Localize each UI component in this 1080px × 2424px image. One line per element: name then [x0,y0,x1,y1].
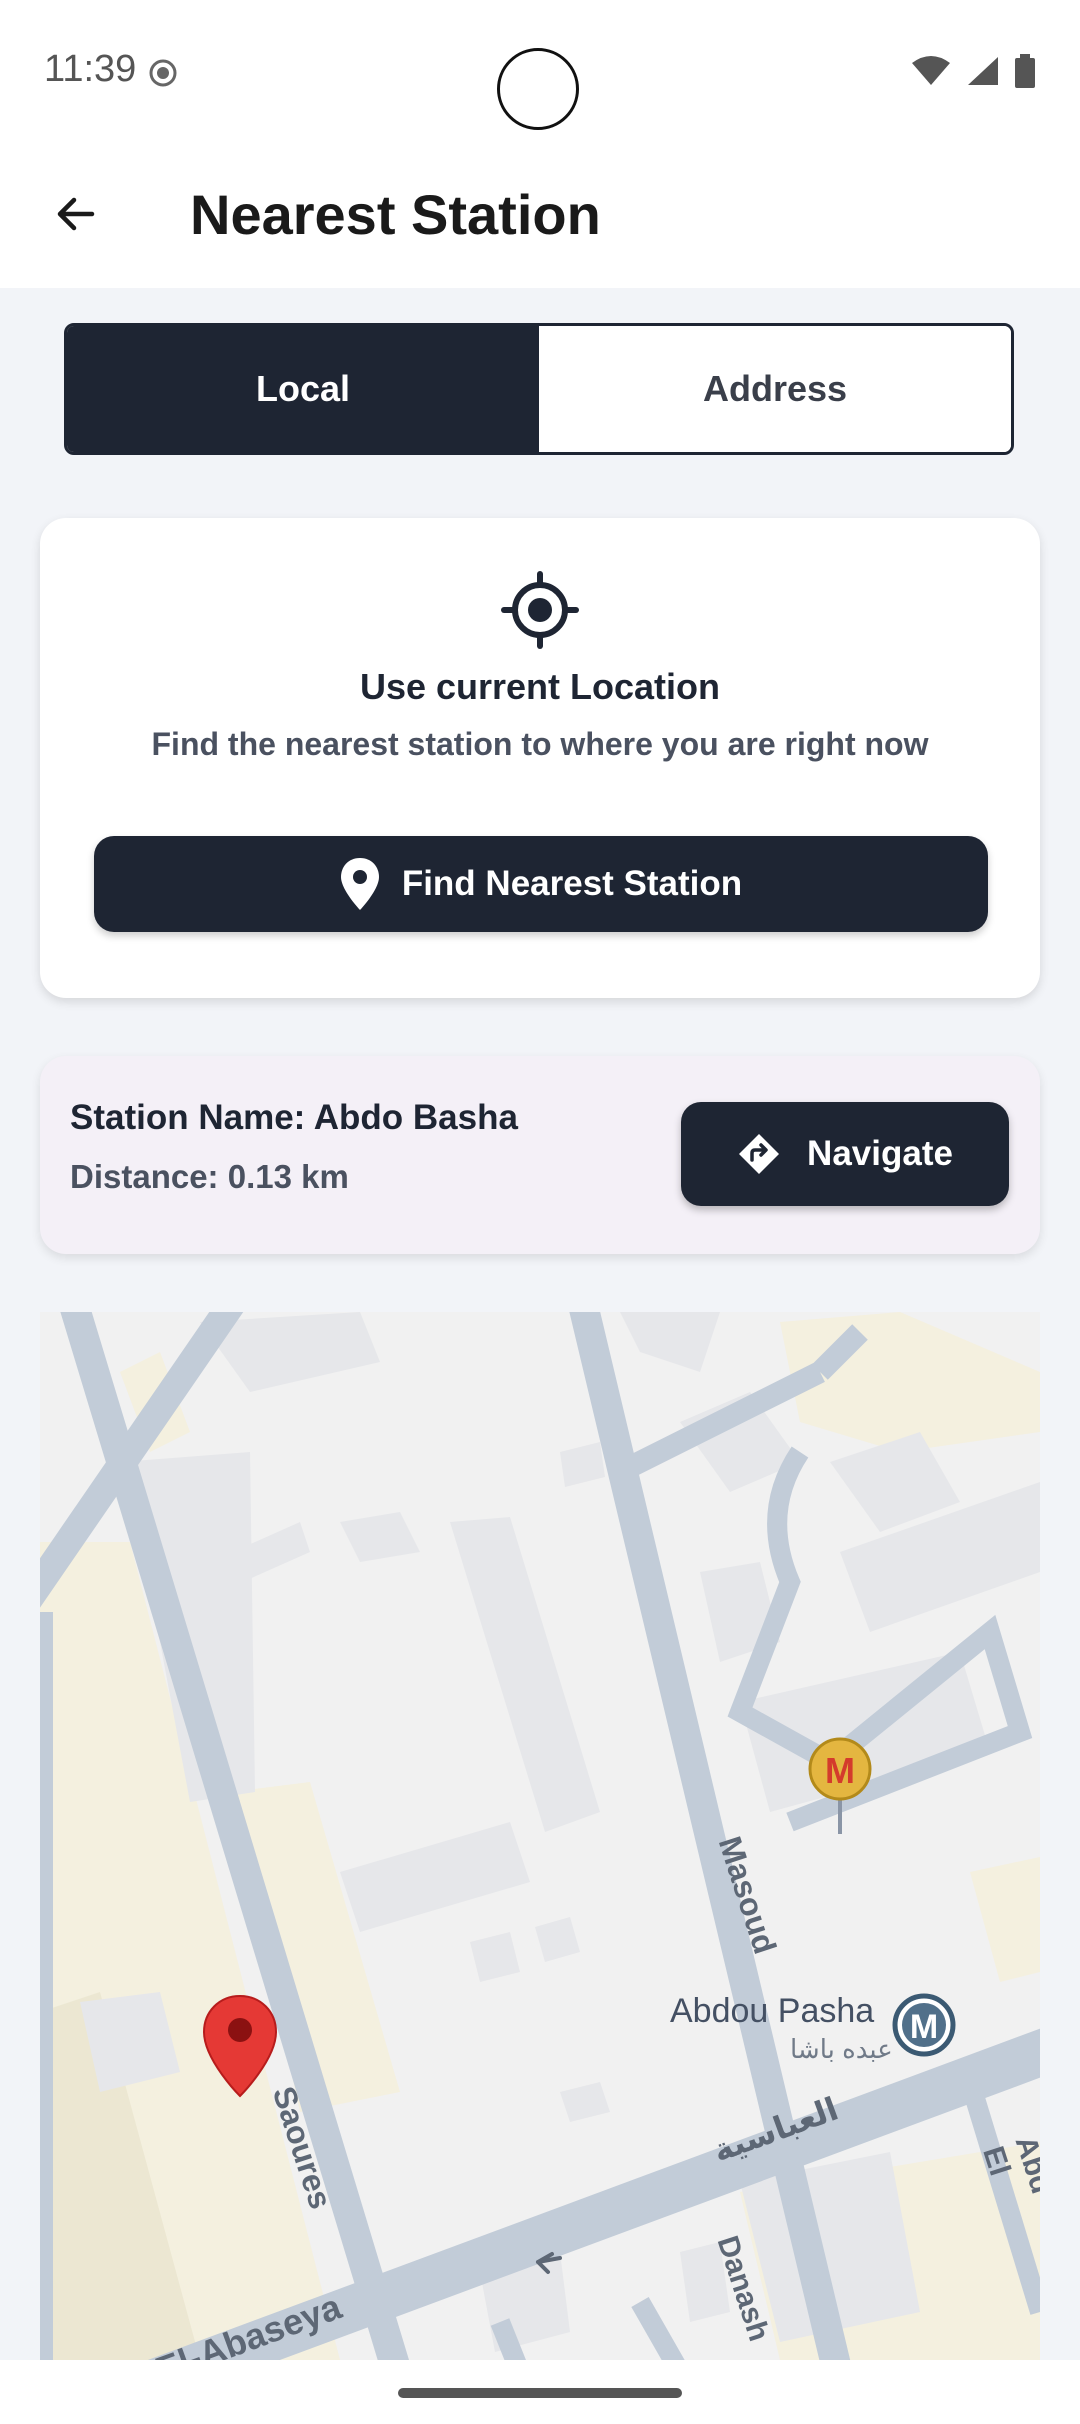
map-label-abdou-pasha-ar: عبده باشا [790,2034,893,2064]
recording-icon [149,59,177,87]
status-icons [910,54,1036,88]
status-bar: 11:39 [0,0,1080,140]
crosshair-target-icon [501,571,579,649]
distance-label: Distance: [70,1158,219,1195]
back-button[interactable] [36,174,116,254]
front-camera [497,48,579,130]
battery-icon [1015,54,1035,88]
gesture-bar [0,2360,1080,2424]
location-pin-icon [340,858,379,910]
tab-local[interactable]: Local [67,326,539,452]
tab-address[interactable]: Address [539,326,1011,452]
station-distance: Distance: 0.13 km [70,1158,349,1196]
distance-value: 0.13 km [227,1158,349,1195]
card-title: Use current Location [359,666,721,707]
station-result-card: Station Name: Abdo Basha Distance: 0.13 … [40,1056,1040,1254]
find-nearest-station-button[interactable]: Find Nearest Station [94,836,988,932]
app-bar: Nearest Station [0,140,1080,288]
current-location-card: Use current Location Find the nearest st… [40,518,1040,998]
arrow-left-icon [57,197,95,231]
station-name-label: Station Name: [70,1098,306,1137]
directions-icon [739,1134,780,1174]
status-time: 11:39 [44,48,137,90]
mode-segmented-control: Local Address [64,323,1014,455]
svg-text:M: M [825,1750,855,1791]
navigate-label: Navigate [807,1134,953,1173]
home-indicator[interactable] [398,2388,682,2398]
svg-text:M: M [910,2008,938,2046]
map-canvas[interactable]: M M [40,1312,1040,2360]
map-label-abdou-pasha: Abdou Pasha [670,1992,875,2030]
card-subtitle: Find the nearest station to where you ar… [151,726,929,762]
station-name: Station Name: Abdo Basha [70,1098,518,1138]
navigate-button[interactable]: Navigate [681,1102,1009,1206]
wifi-icon [912,56,950,85]
signal-icon [968,57,998,85]
page-title: Nearest Station [190,183,601,246]
station-map[interactable]: M M Masoud Saoures Abdou Pasha عبده باشا… [40,1312,1040,2360]
find-button-label: Find Nearest Station [401,864,743,903]
station-name-value: Abdo Basha [313,1098,518,1137]
